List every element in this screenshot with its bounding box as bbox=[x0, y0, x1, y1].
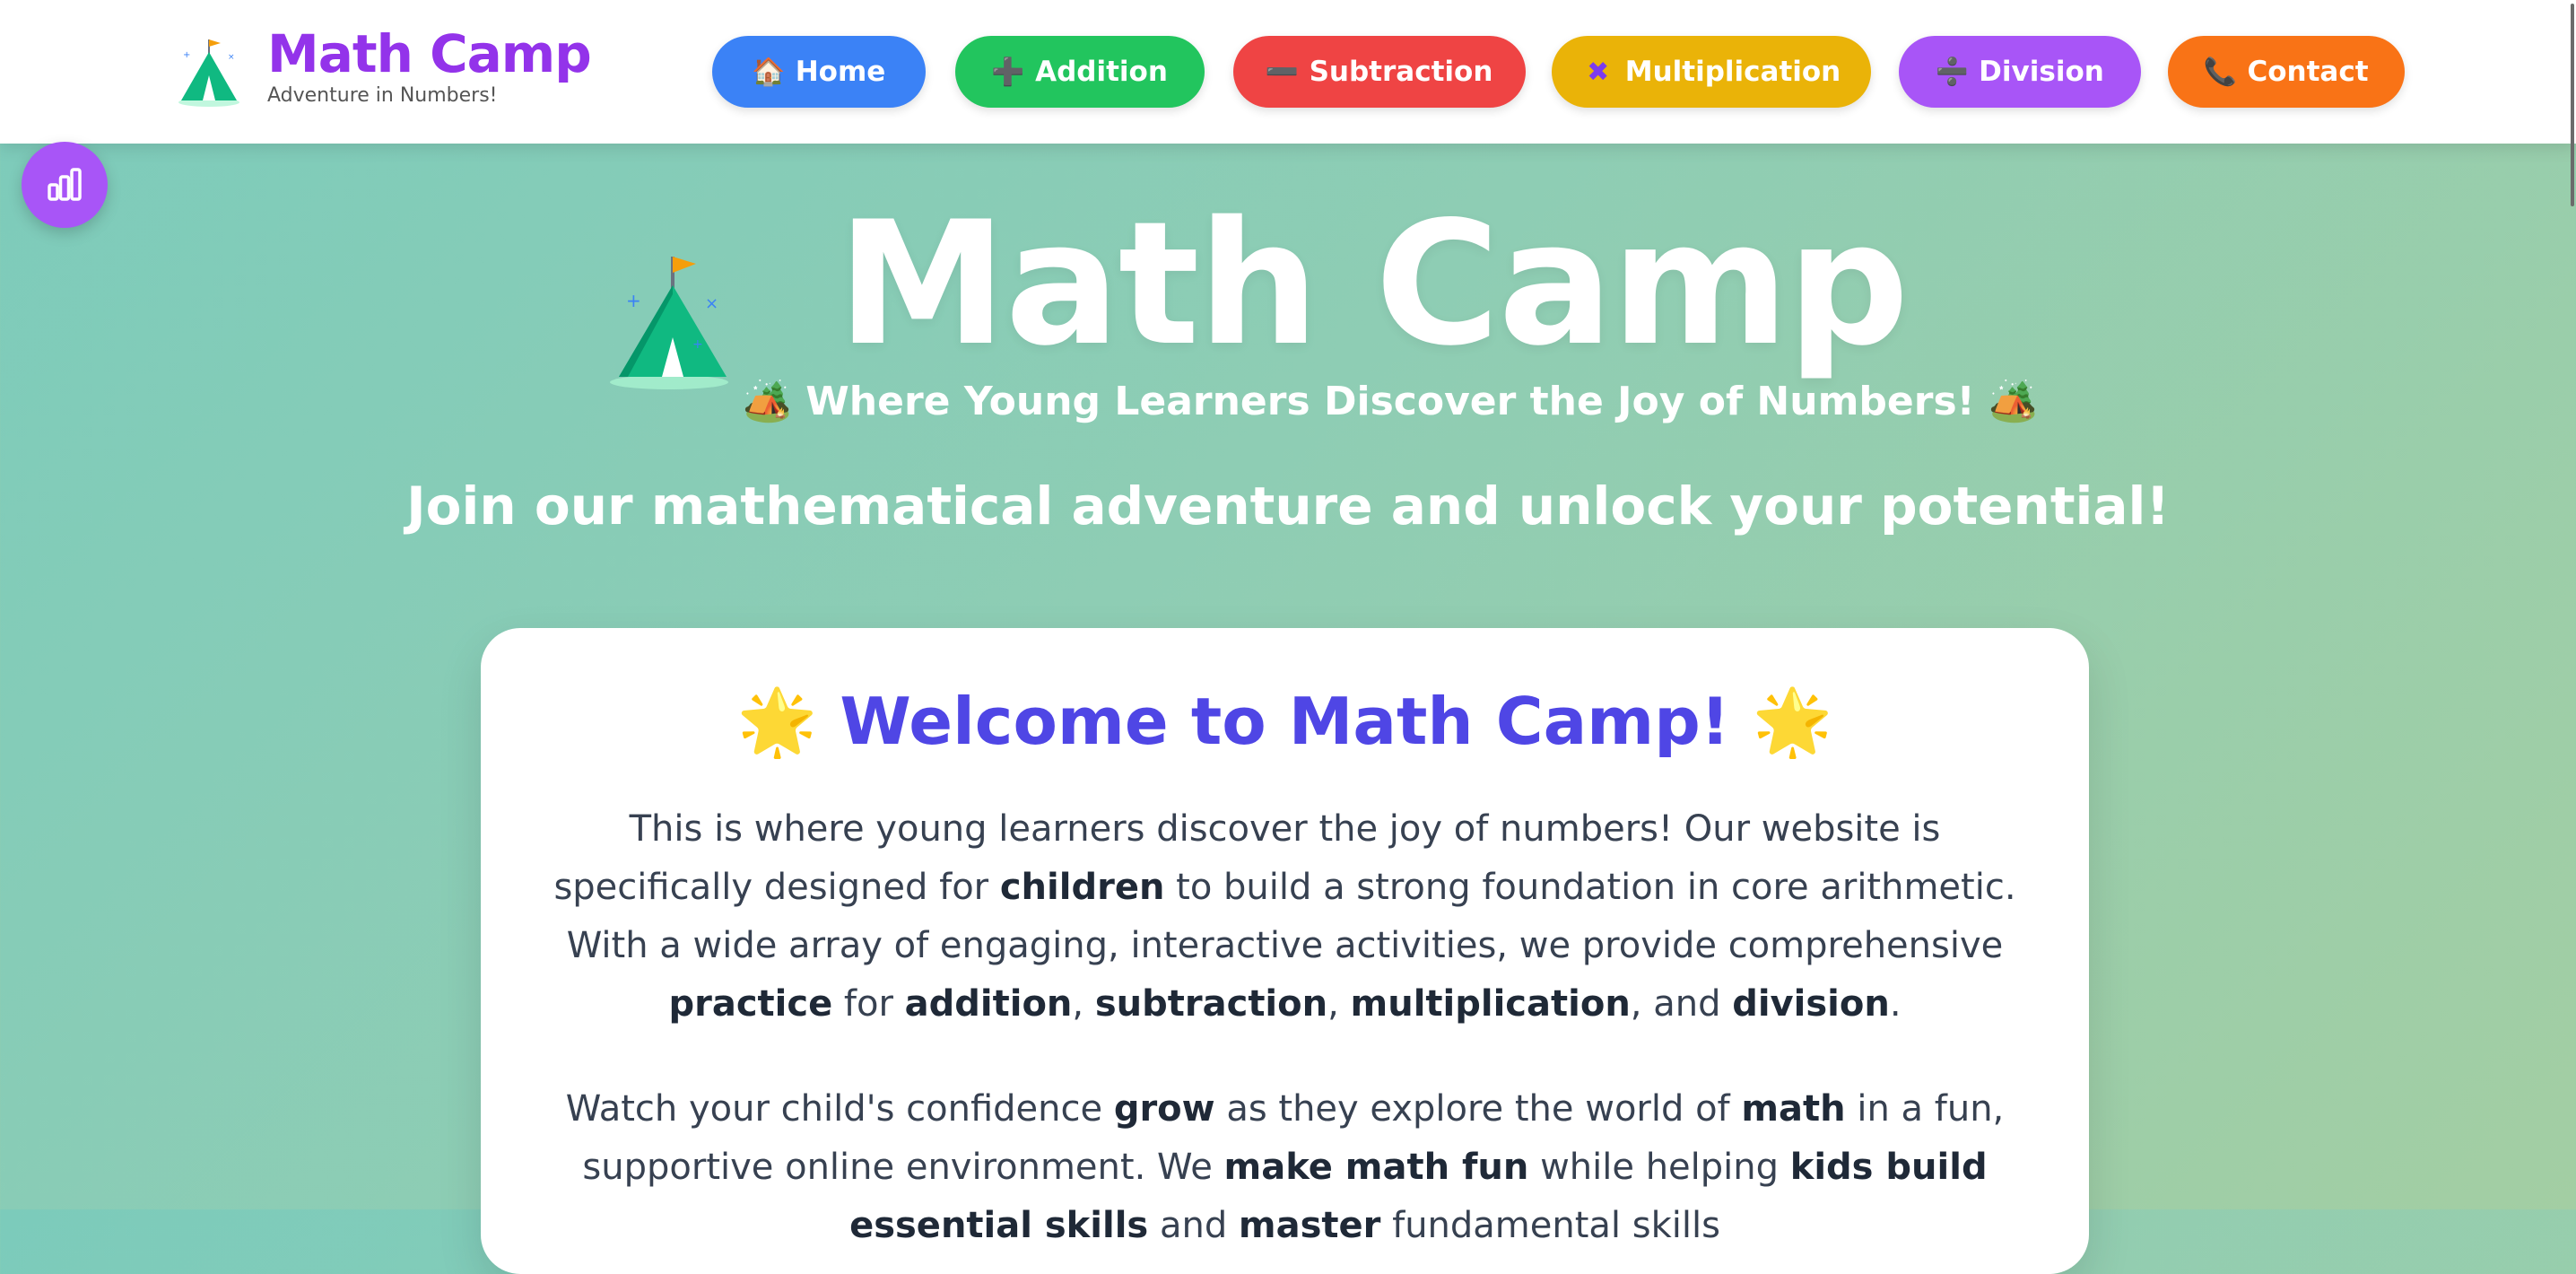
page-scrollbar[interactable] bbox=[2571, 4, 2574, 206]
minus-icon: ➖ bbox=[1265, 56, 1300, 88]
text: , bbox=[1072, 983, 1095, 1025]
hero-title: Math Camp bbox=[837, 185, 1909, 383]
site-header: + × Math Camp Adventure in Numbers! 🏠 Ho… bbox=[0, 0, 2576, 144]
divide-icon: ➗ bbox=[1935, 56, 1969, 88]
hero-subtitle: 🏕️ Where Young Learners Discover the Joy… bbox=[743, 379, 2038, 424]
bar-chart-icon bbox=[48, 168, 82, 201]
svg-text:+: + bbox=[183, 50, 190, 60]
plus-icon: ➕ bbox=[991, 56, 1025, 88]
nav-multiplication-label: Multiplication bbox=[1624, 56, 1841, 88]
bold-text: subtraction bbox=[1094, 983, 1328, 1025]
nav-addition-button[interactable]: ➕ Addition bbox=[955, 36, 1205, 108]
tent-logo-icon[interactable]: + × bbox=[176, 32, 242, 108]
text: . bbox=[1889, 983, 1902, 1025]
nav-home-button[interactable]: 🏠 Home bbox=[712, 36, 926, 108]
nav-division-button[interactable]: ➗ Division bbox=[1899, 36, 2141, 108]
text: and bbox=[1148, 1205, 1239, 1246]
bold-text: grow bbox=[1113, 1088, 1215, 1130]
nav-multiplication-button[interactable]: ✖ Multiplication bbox=[1552, 36, 1871, 108]
bold-text: master bbox=[1238, 1205, 1381, 1246]
welcome-title: 🌟 Welcome to Math Camp! 🌟 bbox=[736, 684, 1833, 759]
brand-title[interactable]: Math Camp bbox=[267, 25, 592, 83]
bold-text: multiplication bbox=[1350, 983, 1631, 1025]
svg-text:+: + bbox=[692, 337, 703, 352]
nav-contact-button[interactable]: 📞 Contact bbox=[2168, 36, 2405, 108]
welcome-card: 🌟 Welcome to Math Camp! 🌟 This is where … bbox=[481, 628, 2089, 1274]
hero-tent-icon: + × + bbox=[610, 257, 728, 389]
nav-subtraction-label: Subtraction bbox=[1309, 56, 1493, 88]
welcome-paragraph-1: This is where young learners discover th… bbox=[535, 800, 2035, 1034]
text: while helping bbox=[1528, 1147, 1790, 1188]
nav-home-label: Home bbox=[795, 56, 886, 88]
bold-text: make math fun bbox=[1223, 1147, 1529, 1188]
nav-contact-label: Contact bbox=[2247, 56, 2369, 88]
text: for bbox=[832, 983, 905, 1025]
multiply-icon: ✖ bbox=[1587, 56, 1610, 88]
hero-tagline: Join our mathematical adventure and unlo… bbox=[406, 476, 2170, 537]
svg-text:×: × bbox=[228, 53, 235, 62]
bold-text: practice bbox=[668, 983, 833, 1025]
text: , bbox=[1327, 983, 1351, 1025]
phone-icon: 📞 bbox=[2203, 56, 2238, 88]
nav-subtraction-button[interactable]: ➖ Subtraction bbox=[1233, 36, 1526, 108]
text: fundamental skills bbox=[1380, 1205, 1720, 1246]
svg-text:×: × bbox=[705, 294, 718, 313]
bold-text: children bbox=[999, 867, 1165, 908]
house-icon: 🏠 bbox=[752, 56, 786, 88]
stats-floating-button[interactable] bbox=[22, 142, 108, 228]
welcome-paragraph-2: Watch your child's confidence grow as th… bbox=[535, 1080, 2035, 1255]
text: as they explore the world of bbox=[1214, 1088, 1742, 1130]
text: Watch your child's confidence bbox=[565, 1088, 1114, 1130]
svg-text:+: + bbox=[626, 290, 641, 311]
bold-text: math bbox=[1741, 1088, 1846, 1130]
nav-addition-label: Addition bbox=[1035, 56, 1168, 88]
brand[interactable]: Math Camp Adventure in Numbers! bbox=[267, 25, 592, 108]
text: , and bbox=[1630, 983, 1733, 1025]
bold-text: division bbox=[1732, 983, 1890, 1025]
nav-division-label: Division bbox=[1979, 56, 2104, 88]
bold-text: addition bbox=[904, 983, 1073, 1025]
brand-subtitle: Adventure in Numbers! bbox=[267, 84, 498, 107]
